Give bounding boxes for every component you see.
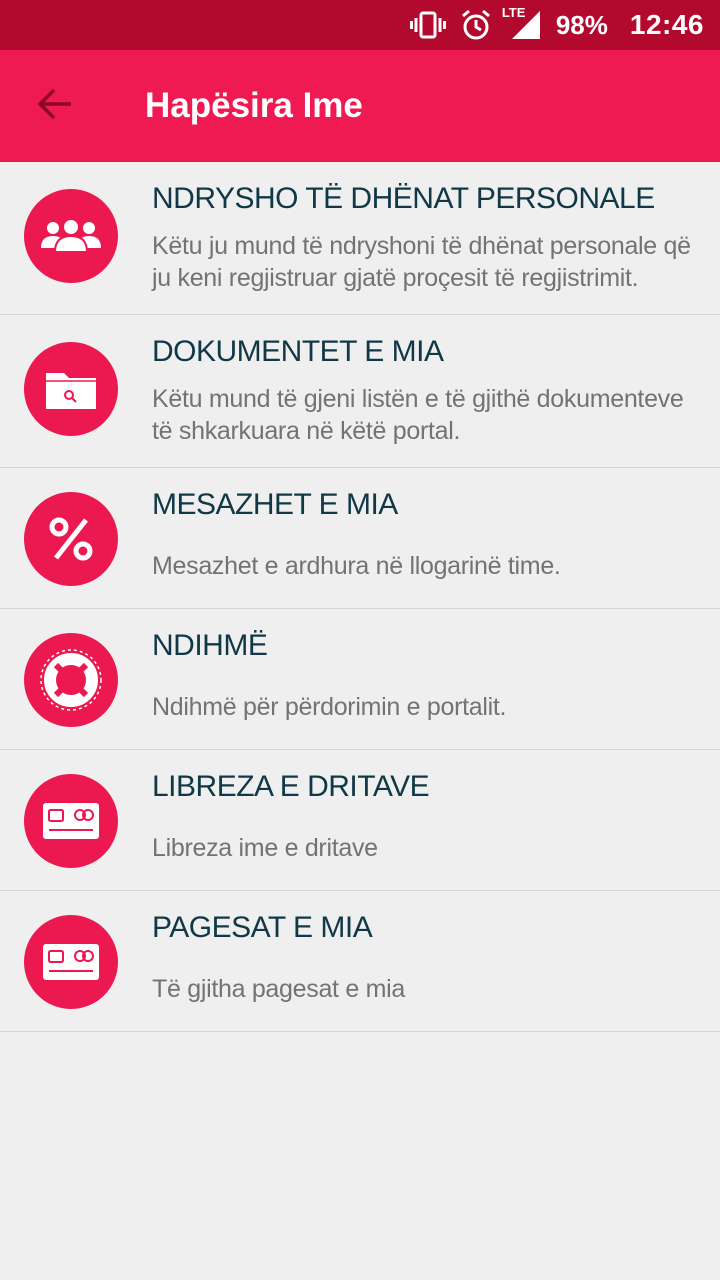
- menu-item-description: Të gjitha pagesat e mia: [152, 975, 405, 1003]
- lifebuoy-icon: [24, 633, 118, 727]
- back-button[interactable]: [0, 50, 110, 162]
- arrow-left-icon: [37, 88, 73, 125]
- credit-card-icon: [24, 915, 118, 1009]
- folder-search-icon: [24, 342, 118, 436]
- menu-item-description: Këtu mund të gjeni listën e të gjithë do…: [152, 385, 684, 445]
- menu-item-title: NDIHMË: [152, 629, 268, 662]
- signal-icon: LTE: [502, 5, 542, 41]
- menu-item-help[interactable]: NDIHMË Ndihmë për përdorimin e portalit.: [0, 609, 720, 750]
- users-group-icon: [24, 189, 118, 283]
- network-label: LTE: [501, 5, 526, 20]
- menu-item-personal-data[interactable]: NDRYSHO TË DHËNAT PERSONALE Këtu ju mund…: [0, 162, 720, 315]
- menu-item-title: LIBREZA E DRITAVE: [152, 770, 430, 803]
- menu-item-description: Këtu ju mund të ndryshoni të dhënat pers…: [152, 232, 691, 292]
- menu-list: NDRYSHO TË DHËNAT PERSONALE Këtu ju mund…: [0, 162, 720, 1032]
- battery-percent: 98%: [555, 9, 608, 40]
- clock: 12:46: [629, 9, 704, 40]
- page-title: Hapësira Ime: [145, 86, 363, 125]
- menu-item-title: NDRYSHO TË DHËNAT PERSONALE: [152, 182, 655, 215]
- app-bar: Hapësira Ime: [0, 50, 720, 162]
- status-bar: LTE 98% 12:46: [0, 0, 720, 50]
- menu-item-title: MESAZHET E MIA: [152, 488, 398, 521]
- menu-item-title: DOKUMENTET E MIA: [152, 335, 444, 368]
- menu-item-payments[interactable]: PAGESAT E MIA Të gjitha pagesat e mia: [0, 891, 720, 1032]
- menu-item-title: PAGESAT E MIA: [152, 911, 373, 944]
- menu-item-description: Mesazhet e ardhura në llogarinë time.: [152, 552, 561, 580]
- menu-item-messages[interactable]: MESAZHET E MIA Mesazhet e ardhura në llo…: [0, 468, 720, 609]
- menu-item-description: Libreza ime e dritave: [152, 834, 378, 862]
- vibrate-icon: [409, 10, 446, 40]
- credit-card-icon: [24, 774, 118, 868]
- percent-icon: [24, 492, 118, 586]
- menu-item-documents[interactable]: DOKUMENTET E MIA Këtu mund të gjeni list…: [0, 315, 720, 468]
- menu-item-light-booklet[interactable]: LIBREZA E DRITAVE Libreza ime e dritave: [0, 750, 720, 891]
- alarm-icon: [460, 9, 492, 41]
- menu-item-description: Ndihmë për përdorimin e portalit.: [152, 693, 507, 721]
